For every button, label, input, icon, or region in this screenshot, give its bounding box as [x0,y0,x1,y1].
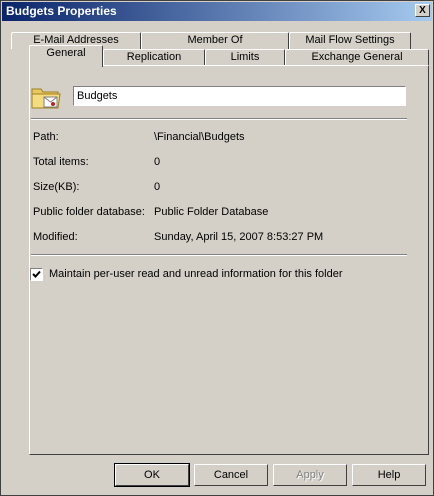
tab-member-of[interactable]: Member Of [141,32,289,49]
tab-replication[interactable]: Replication [103,49,205,66]
properties-dialog: Budgets Properties X E-Mail Addresses Me… [0,0,434,496]
path-label: Path: [33,131,59,143]
path-value: \Financial\Budgets [154,131,245,143]
tab-label: Member Of [187,34,243,46]
tab-label: General [46,47,86,59]
size-value: 0 [154,181,161,193]
apply-button[interactable]: Apply [273,464,347,486]
modified-label: Modified: [33,231,78,243]
title-bar[interactable]: Budgets Properties X [2,2,432,21]
tab-general[interactable]: General [29,45,103,67]
total-items-value: 0 [154,156,161,168]
maintain-per-user-label[interactable]: Maintain per-user read and unread inform… [49,268,343,280]
maintain-per-user-checkbox[interactable] [30,268,43,281]
modified-value: Sunday, April 15, 2007 8:53:27 PM [154,231,324,243]
tab-label: Limits [230,51,260,63]
cancel-button[interactable]: Cancel [194,464,268,486]
separator [31,118,407,120]
public-folder-icon [31,88,61,109]
tab-label: Mail Flow Settings [305,34,395,46]
separator [31,254,407,256]
tab-label: Exchange General [311,51,403,63]
size-label: Size(KB): [33,181,80,193]
general-tab-panel [29,65,429,455]
help-button[interactable]: Help [352,464,426,486]
close-icon: X [419,5,426,16]
ok-button[interactable]: OK [114,463,190,487]
folder-name-input[interactable] [73,86,406,106]
window-title: Budgets Properties [6,4,117,18]
close-button[interactable]: X [415,4,430,17]
tab-label: Replication [126,51,182,63]
tab-mail-flow-settings[interactable]: Mail Flow Settings [289,32,411,49]
total-items-label: Total items: [33,156,89,168]
checkmark-icon [32,270,41,278]
database-label: Public folder database: [33,206,145,218]
tab-limits[interactable]: Limits [205,49,285,66]
tab-exchange-general[interactable]: Exchange General [285,49,429,66]
database-value: Public Folder Database [154,206,269,218]
